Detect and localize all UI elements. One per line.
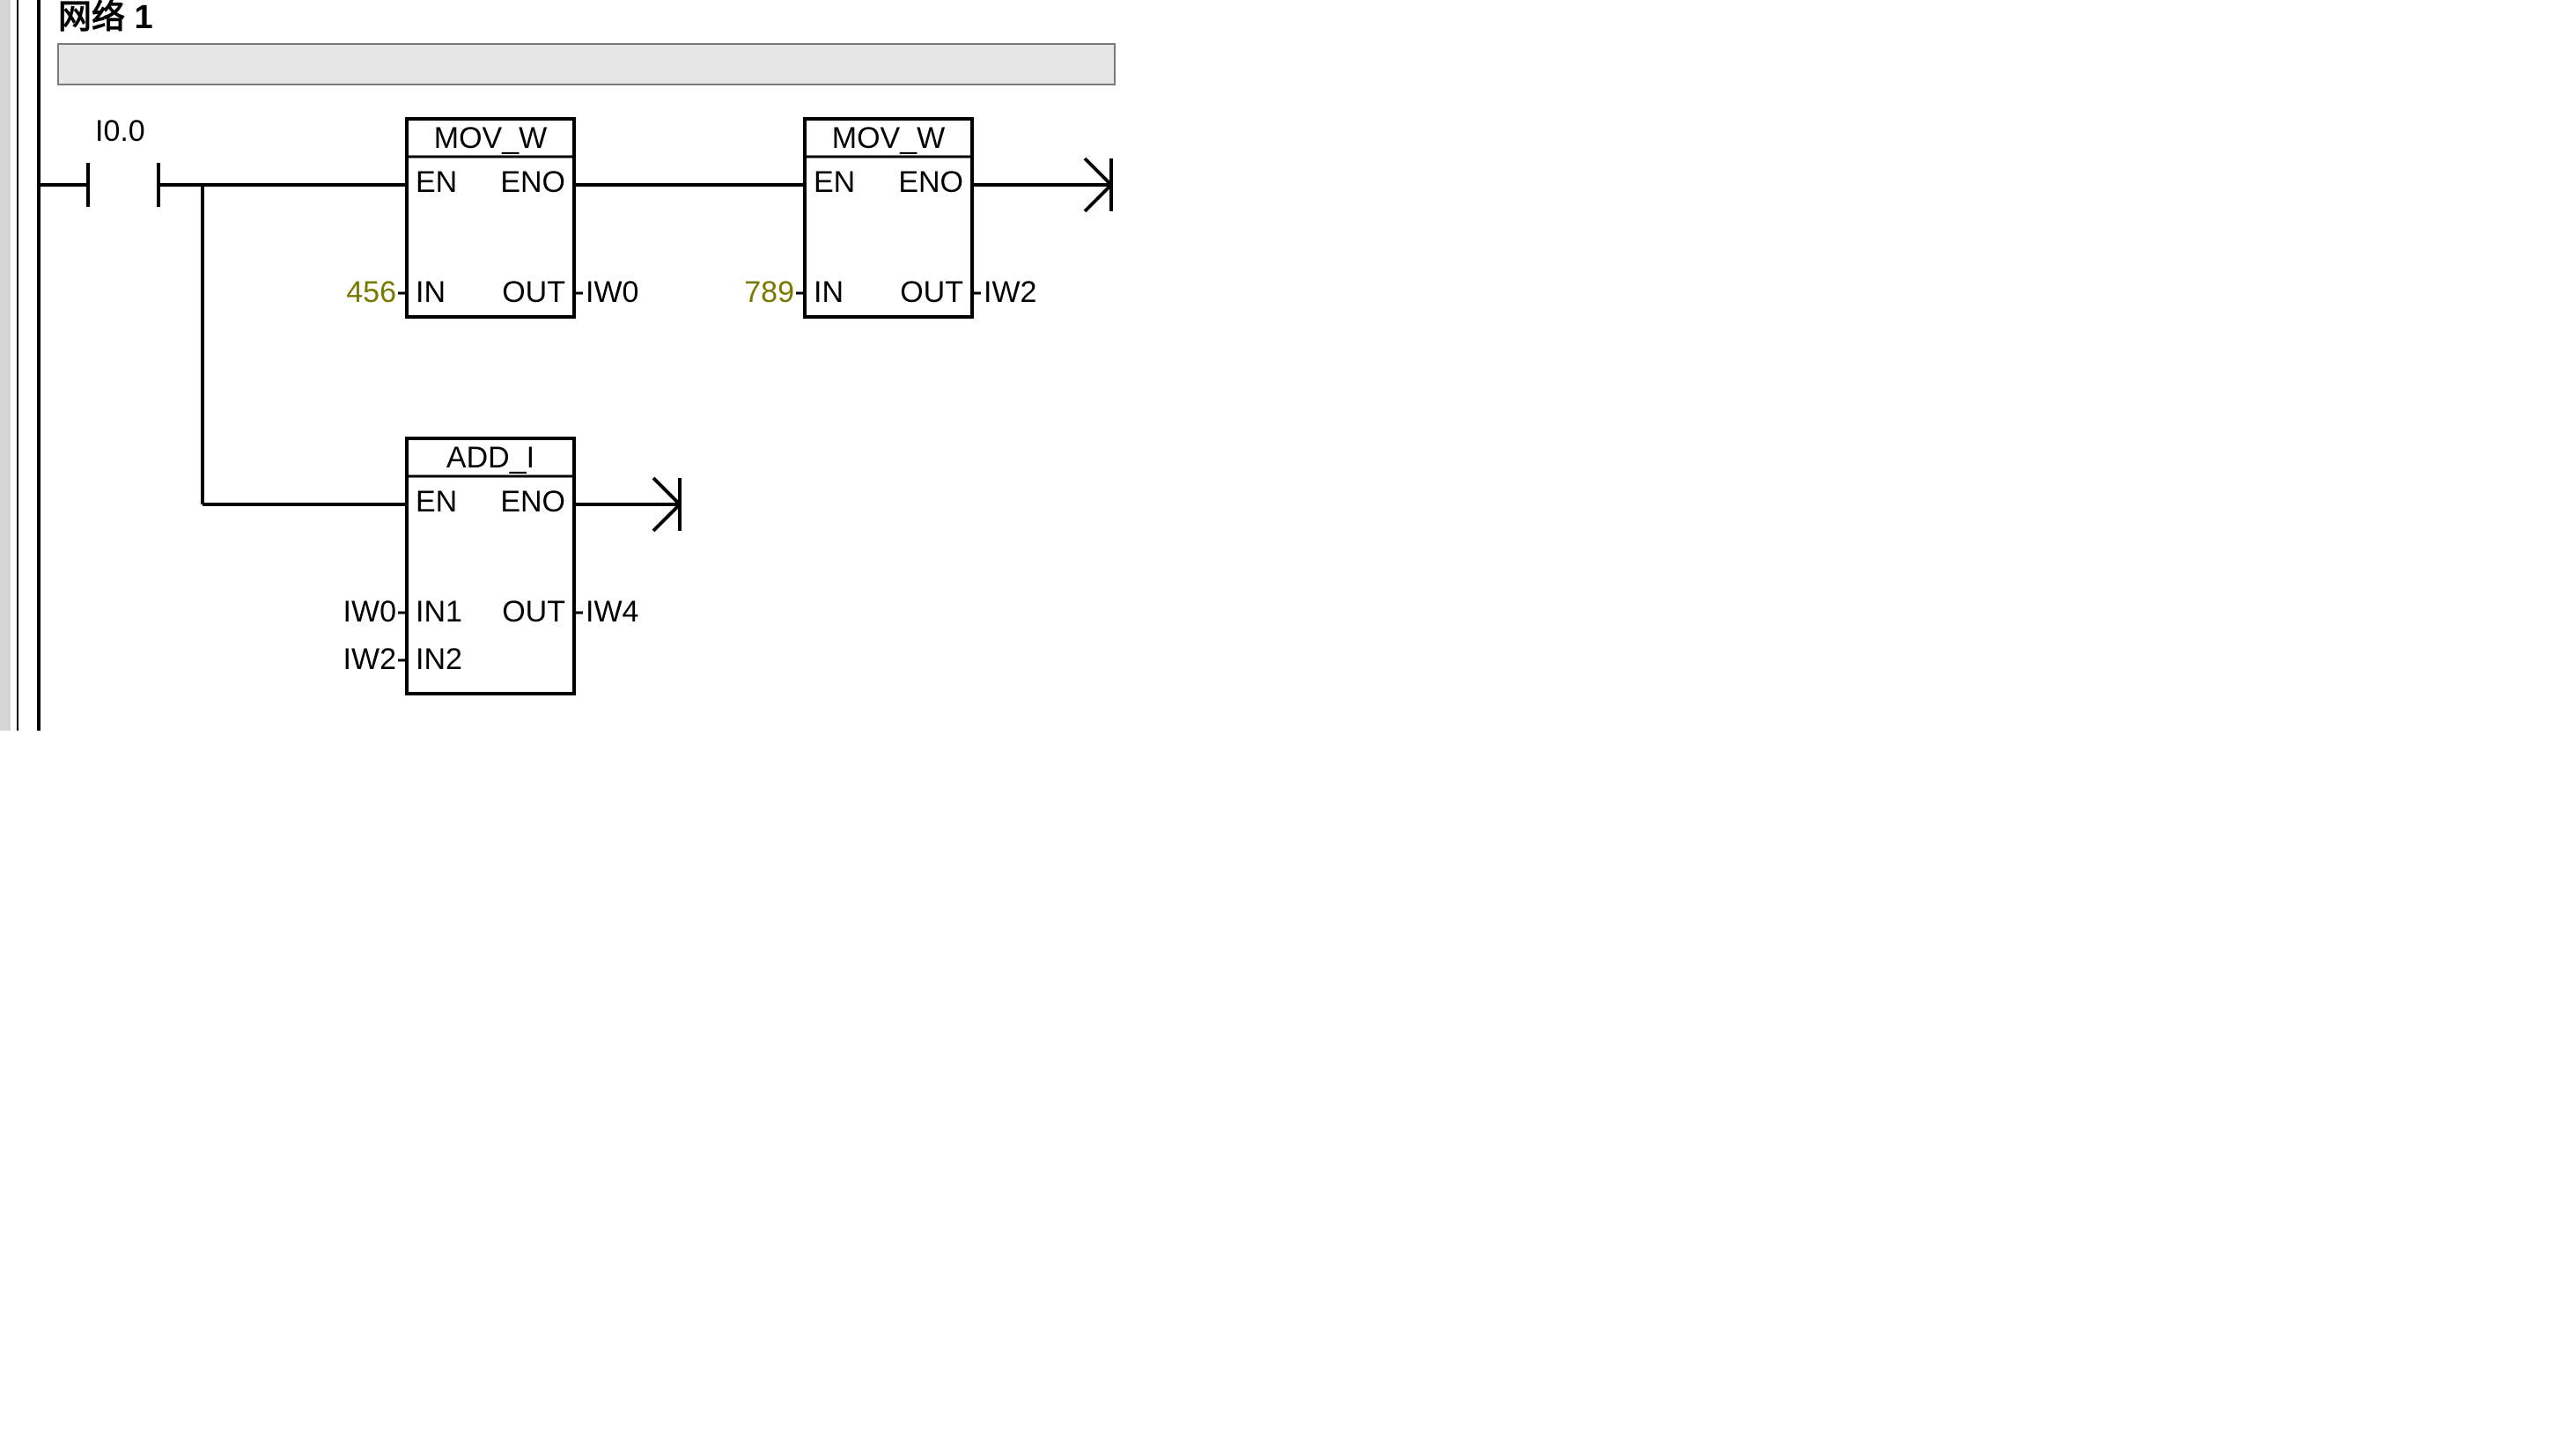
block-type: MOV_W (832, 121, 945, 155)
add-out-value[interactable]: IW4 (586, 595, 638, 629)
mov1-in-value[interactable]: 456 (346, 276, 396, 309)
block-add-i[interactable]: ADD_I EN ENO IN1 OUT IN2 (407, 438, 574, 694)
port-out: OUT (900, 276, 963, 309)
port-en: EN (416, 165, 457, 199)
port-in2: IN2 (416, 643, 462, 676)
block-mov-w-1[interactable]: MOV_W EN ENO IN OUT (407, 119, 574, 317)
port-eno: ENO (500, 485, 565, 518)
add-in2-value[interactable]: IW2 (343, 643, 396, 676)
mov2-in-value[interactable]: 789 (744, 276, 794, 309)
add-in1-value[interactable]: IW0 (343, 595, 396, 629)
network-title: 网络 1 (58, 0, 153, 36)
port-in: IN (814, 276, 844, 309)
ladder-diagram[interactable]: 网络 1 I0.0 MOV_W EN ENO IN OUT 456 IW0 MO… (0, 0, 1286, 731)
block-type: MOV_W (434, 121, 547, 155)
block-type: ADD_I (446, 441, 534, 474)
port-out: OUT (502, 595, 565, 629)
port-in1: IN1 (416, 595, 462, 629)
port-eno: ENO (500, 165, 565, 199)
comment-field[interactable] (58, 44, 1115, 85)
port-en: EN (416, 485, 457, 518)
mov1-out-value[interactable]: IW0 (586, 276, 638, 309)
port-eno: ENO (898, 165, 963, 199)
mov2-out-value[interactable]: IW2 (984, 276, 1036, 309)
port-out: OUT (502, 276, 565, 309)
gutter-bar (0, 0, 11, 731)
port-in: IN (416, 276, 446, 309)
port-en: EN (814, 165, 855, 199)
block-mov-w-2[interactable]: MOV_W EN ENO IN OUT (805, 119, 972, 317)
contact-address: I0.0 (95, 114, 145, 148)
